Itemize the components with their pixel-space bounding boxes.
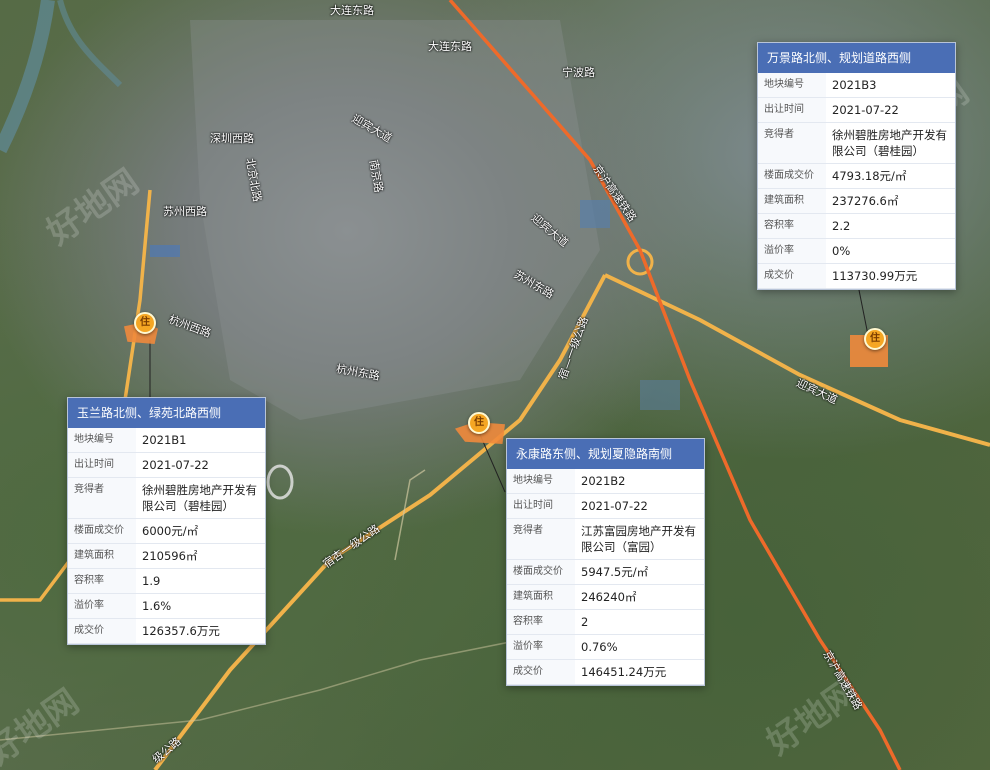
field-label: 出让时间 [507, 493, 575, 519]
field-label: 容积率 [758, 213, 826, 239]
road-label-dalian-2: 大连东路 [428, 40, 472, 53]
table-row: 楼面成交价 6000元/㎡ [68, 518, 265, 544]
field-label: 出让时间 [758, 97, 826, 123]
field-label: 溢价率 [758, 238, 826, 264]
field-value: 2021B2 [575, 469, 704, 494]
field-label: 楼面成交价 [507, 559, 575, 585]
table-row: 出让时间 2021-07-22 [68, 452, 265, 478]
popup-info-table: 地块编号 2021B1 出让时间 2021-07-22 竞得者 徐州碧胜房地产开发有限… [68, 428, 265, 644]
table-row: 容积率 1.9 [68, 568, 265, 594]
field-value: 4793.18元/㎡ [826, 163, 955, 189]
field-value: 113730.99万元 [826, 263, 955, 289]
field-label: 楼面成交价 [68, 518, 136, 544]
table-row: 建筑面积 210596㎡ [68, 543, 265, 569]
marker-pin-2021B2[interactable]: 住 [468, 412, 490, 434]
field-value: 0.76% [575, 634, 704, 660]
field-value: 6000元/㎡ [136, 518, 265, 544]
satellite-map[interactable]: 好地网 好地网 好地网 好地网 好地网 大连东路 大连东路 宁波路 深圳西路 北… [0, 0, 990, 770]
table-row: 容积率 2 [507, 609, 704, 635]
field-value: 徐州碧胜房地产开发有限公司（碧桂园） [826, 122, 955, 164]
table-row: 地块编号 2021B3 [758, 73, 955, 98]
table-row: 地块编号 2021B1 [68, 428, 265, 453]
field-value: 江苏富园房地产开发有限公司（富园） [575, 518, 704, 560]
field-label: 地块编号 [507, 469, 575, 494]
table-row: 楼面成交价 4793.18元/㎡ [758, 163, 955, 189]
marker-pin-2021B1[interactable]: 住 [134, 312, 156, 334]
table-row: 成交价 126357.6万元 [68, 618, 265, 644]
field-value: 237276.6㎡ [826, 188, 955, 214]
field-value: 1.6% [136, 593, 265, 619]
marker-pin-2021B3[interactable]: 住 [864, 328, 886, 350]
field-value: 246240㎡ [575, 584, 704, 610]
table-row: 溢价率 0% [758, 238, 955, 264]
parcel-info-popup-2021B3: 万景路北侧、规划道路西侧 地块编号 2021B3 出让时间 2021-07-22 竞… [757, 42, 956, 290]
road-label-dalian-1: 大连东路 [330, 4, 374, 17]
popup-title: 万景路北侧、规划道路西侧 [758, 43, 955, 73]
table-row: 竞得者 徐州碧胜房地产开发有限公司（碧桂园） [68, 477, 265, 519]
table-row: 楼面成交价 5947.5元/㎡ [507, 559, 704, 585]
field-label: 溢价率 [68, 593, 136, 619]
field-label: 成交价 [68, 618, 136, 644]
field-label: 楼面成交价 [758, 163, 826, 189]
table-row: 竞得者 徐州碧胜房地产开发有限公司（碧桂园） [758, 122, 955, 164]
field-value: 徐州碧胜房地产开发有限公司（碧桂园） [136, 477, 265, 519]
popup-title: 玉兰路北侧、绿苑北路西侧 [68, 398, 265, 428]
road-label-suzhouxi: 苏州西路 [163, 205, 207, 218]
field-value: 5947.5元/㎡ [575, 559, 704, 585]
table-row: 成交价 146451.24万元 [507, 659, 704, 685]
table-row: 竞得者 江苏富园房地产开发有限公司（富园） [507, 518, 704, 560]
river [0, 0, 55, 154]
popup-info-table: 地块编号 2021B2 出让时间 2021-07-22 竞得者 江苏富园房地产开发有限… [507, 469, 704, 685]
field-value: 2 [575, 609, 704, 635]
table-row: 建筑面积 246240㎡ [507, 584, 704, 610]
field-label: 建筑面积 [758, 188, 826, 214]
field-value: 210596㎡ [136, 543, 265, 569]
field-label: 溢价率 [507, 634, 575, 660]
field-label: 竞得者 [507, 518, 575, 560]
field-value: 2.2 [826, 213, 955, 239]
field-value: 0% [826, 238, 955, 264]
popup-info-table: 地块编号 2021B3 出让时间 2021-07-22 竞得者 徐州碧胜房地产开发有限… [758, 73, 955, 289]
field-value: 146451.24万元 [575, 659, 704, 685]
table-row: 溢价率 1.6% [68, 593, 265, 619]
field-value: 126357.6万元 [136, 618, 265, 644]
field-label: 建筑面积 [507, 584, 575, 610]
field-label: 容积率 [68, 568, 136, 594]
field-label: 地块编号 [758, 73, 826, 98]
road-label-ningbo: 宁波路 [562, 66, 595, 79]
field-value: 2021B1 [136, 428, 265, 453]
field-label: 成交价 [507, 659, 575, 685]
table-row: 成交价 113730.99万元 [758, 263, 955, 289]
field-value: 2021-07-22 [575, 493, 704, 519]
field-value: 2021-07-22 [136, 452, 265, 478]
parcel-info-popup-2021B1: 玉兰路北侧、绿苑北路西侧 地块编号 2021B1 出让时间 2021-07-22 竞… [67, 397, 266, 645]
parcel-info-popup-2021B2: 永康路东侧、规划夏隐路南侧 地块编号 2021B2 出让时间 2021-07-22 … [506, 438, 705, 686]
field-label: 成交价 [758, 263, 826, 289]
road-yingbin-east [604, 273, 990, 447]
field-value: 2021-07-22 [826, 97, 955, 123]
table-row: 容积率 2.2 [758, 213, 955, 239]
table-row: 地块编号 2021B2 [507, 469, 704, 494]
field-label: 地块编号 [68, 428, 136, 453]
field-label: 出让时间 [68, 452, 136, 478]
popup-title: 永康路东侧、规划夏隐路南侧 [507, 439, 704, 469]
field-value: 1.9 [136, 568, 265, 594]
table-row: 出让时间 2021-07-22 [758, 97, 955, 123]
river [57, 0, 123, 88]
field-label: 建筑面积 [68, 543, 136, 569]
field-label: 竞得者 [758, 122, 826, 164]
table-row: 建筑面积 237276.6㎡ [758, 188, 955, 214]
field-label: 容积率 [507, 609, 575, 635]
field-value: 2021B3 [826, 73, 955, 98]
table-row: 溢价率 0.76% [507, 634, 704, 660]
road-label-shenzhen: 深圳西路 [210, 132, 254, 145]
field-label: 竞得者 [68, 477, 136, 519]
table-row: 出让时间 2021-07-22 [507, 493, 704, 519]
